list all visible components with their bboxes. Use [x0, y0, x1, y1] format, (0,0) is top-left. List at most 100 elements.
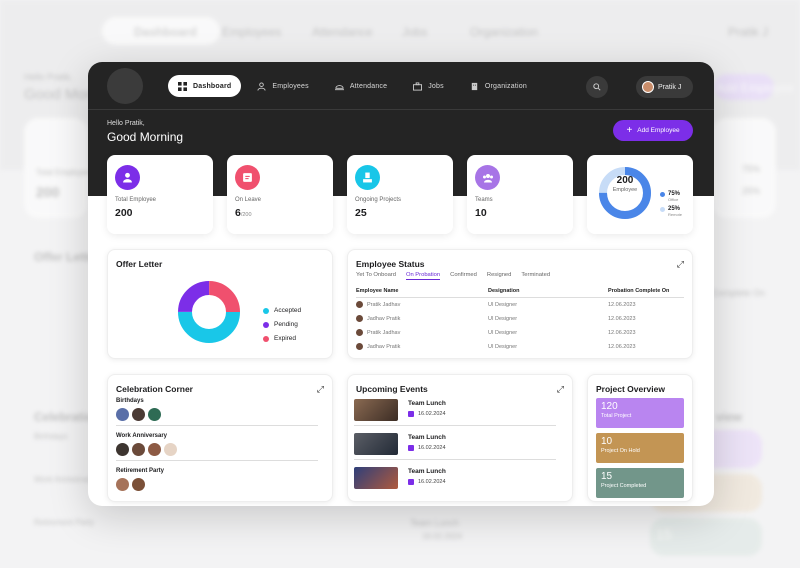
user-icon	[257, 81, 266, 91]
panel-title: Project Overview	[596, 384, 665, 394]
project-overview-panel: Project Overview 120 Total Project 10 Pr…	[587, 374, 693, 502]
event-image	[354, 399, 398, 421]
column-header: Designation	[488, 286, 608, 298]
briefcase-icon	[413, 81, 423, 91]
legend-pending: Pending	[263, 321, 301, 328]
stat-value: 10	[475, 207, 487, 219]
divider	[354, 425, 556, 426]
event-image	[354, 433, 398, 455]
project-on-hold-tile[interactable]: 10 Project On Hold	[596, 433, 684, 463]
add-employee-button[interactable]: + Add Employee	[613, 120, 693, 141]
tab-yet-to-onboard[interactable]: Yet To Onboard	[356, 272, 396, 280]
stat-label: Ongoing Projects	[355, 197, 402, 203]
dashboard-window: Dashboard Employees Attendance Jobs Orga…	[88, 62, 714, 506]
nav-dashboard[interactable]: Dashboard	[168, 75, 242, 97]
retirement-label: Retirement Party	[116, 468, 165, 474]
event-title: Team Lunch	[408, 468, 446, 475]
tab-terminated[interactable]: Terminated	[521, 272, 550, 280]
avatar[interactable]	[116, 443, 129, 456]
avatar[interactable]	[164, 443, 177, 456]
nav-organization[interactable]: Organization	[460, 75, 537, 97]
greeting-title: Good Morning	[107, 130, 184, 144]
stat-card-total-employee[interactable]: Total Employee 200	[107, 155, 213, 234]
birthdays-avatars	[116, 408, 161, 421]
avatar[interactable]	[116, 478, 129, 491]
avatar[interactable]	[148, 408, 161, 421]
cloche-icon	[334, 84, 344, 90]
user-name: Pratik J	[658, 83, 682, 91]
greeting-hello: Hello Pratik,	[107, 120, 145, 127]
avatar	[356, 343, 363, 350]
search-button[interactable]	[586, 76, 608, 98]
event-item[interactable]: Team Lunch 16.02.2024	[354, 467, 446, 489]
stat-value: 200	[115, 207, 133, 219]
work-anniversary-label: Work Anniversary	[116, 433, 168, 439]
event-date: 16.02.2024	[408, 479, 446, 485]
search-icon	[593, 83, 601, 91]
stat-card-on-leave[interactable]: On Leave 6/200	[227, 155, 333, 234]
avatar[interactable]	[132, 408, 145, 421]
panel-title: Upcoming Events	[356, 384, 428, 394]
nav-employees[interactable]: Employees	[247, 75, 318, 97]
plus-icon: +	[626, 124, 633, 136]
expand-icon[interactable]: ⤢	[317, 384, 324, 395]
legend-accepted: Accepted	[263, 307, 301, 314]
employee-distribution-card[interactable]: 200 Employee 75% Office 25% Remote	[587, 155, 693, 234]
user-menu[interactable]: Pratik J	[636, 76, 693, 98]
grid-icon	[178, 81, 187, 91]
column-header: Probation Complete On	[608, 286, 684, 298]
avatar[interactable]	[116, 408, 129, 421]
divider	[354, 459, 556, 460]
table-row[interactable]: Jadhav Pratik UI Designer 12.06.2023	[356, 312, 684, 326]
top-navbar: Dashboard Employees Attendance Jobs Orga…	[88, 62, 714, 110]
divider	[116, 425, 318, 426]
legend-office: 75% Office	[660, 191, 680, 202]
tab-resigned[interactable]: Resigned	[487, 272, 512, 280]
avatar[interactable]	[132, 443, 145, 456]
stat-card-teams[interactable]: Teams 10	[467, 155, 573, 234]
status-tabs: Yet To Onboard On Probation Confirmed Re…	[356, 272, 550, 280]
event-item[interactable]: Team Lunch 16.02.2024	[354, 399, 446, 421]
stat-value: 25	[355, 207, 367, 219]
building-icon	[471, 82, 478, 90]
avatar	[356, 329, 363, 336]
expand-icon[interactable]: ⤢	[677, 259, 684, 270]
table-row[interactable]: Pratik Jadhav UI Designer 12.06.2023	[356, 326, 684, 340]
stat-value: 6/200	[235, 207, 252, 219]
event-item[interactable]: Team Lunch 16.02.2024	[354, 433, 446, 455]
add-employee-label: Add Employee	[637, 127, 680, 134]
panel-title: Offer Letter	[116, 259, 163, 269]
expand-icon[interactable]: ⤢	[557, 384, 564, 395]
employee-status-table: Employee Name Designation Probation Comp…	[356, 286, 684, 354]
retirement-avatars	[116, 478, 145, 491]
panel-title: Celebration Corner	[116, 384, 193, 394]
project-completed-tile[interactable]: 15 Project Completed	[596, 468, 684, 498]
table-row[interactable]: Pratik Jadhav UI Designer 12.06.2023	[356, 298, 684, 312]
team-icon	[475, 165, 500, 190]
divider	[116, 460, 318, 461]
avatar	[642, 81, 654, 93]
logo[interactable]	[107, 68, 143, 104]
offer-letter-legend: Accepted Pending Expired	[263, 307, 301, 349]
legend-expired: Expired	[263, 335, 301, 342]
nav-organization-label: Organization	[484, 82, 527, 90]
project-total-tile[interactable]: 120 Total Project	[596, 398, 684, 428]
donut-total: 200	[616, 175, 634, 186]
leave-icon	[235, 165, 260, 190]
tab-confirmed[interactable]: Confirmed	[450, 272, 477, 280]
avatar[interactable]	[148, 443, 161, 456]
work-anniversary-avatars	[116, 443, 177, 456]
nav-jobs[interactable]: Jobs	[403, 75, 454, 97]
celebration-corner-panel: Celebration Corner ⤢ Birthdays Work Anni…	[107, 374, 333, 502]
nav-jobs-label: Jobs	[428, 82, 444, 90]
main-nav: Dashboard Employees Attendance Jobs Orga…	[168, 75, 537, 97]
stat-card-ongoing-projects[interactable]: Ongoing Projects 25	[347, 155, 453, 234]
table-row[interactable]: Jadhav Pratik UI Designer 12.06.2023	[356, 340, 684, 354]
nav-attendance[interactable]: Attendance	[325, 75, 397, 97]
avatar	[356, 315, 363, 322]
tab-on-probation[interactable]: On Probation	[405, 272, 441, 280]
event-date: 16.02.2024	[408, 411, 446, 417]
donut-label: Employee	[612, 187, 638, 193]
event-image	[354, 467, 398, 489]
avatar[interactable]	[132, 478, 145, 491]
